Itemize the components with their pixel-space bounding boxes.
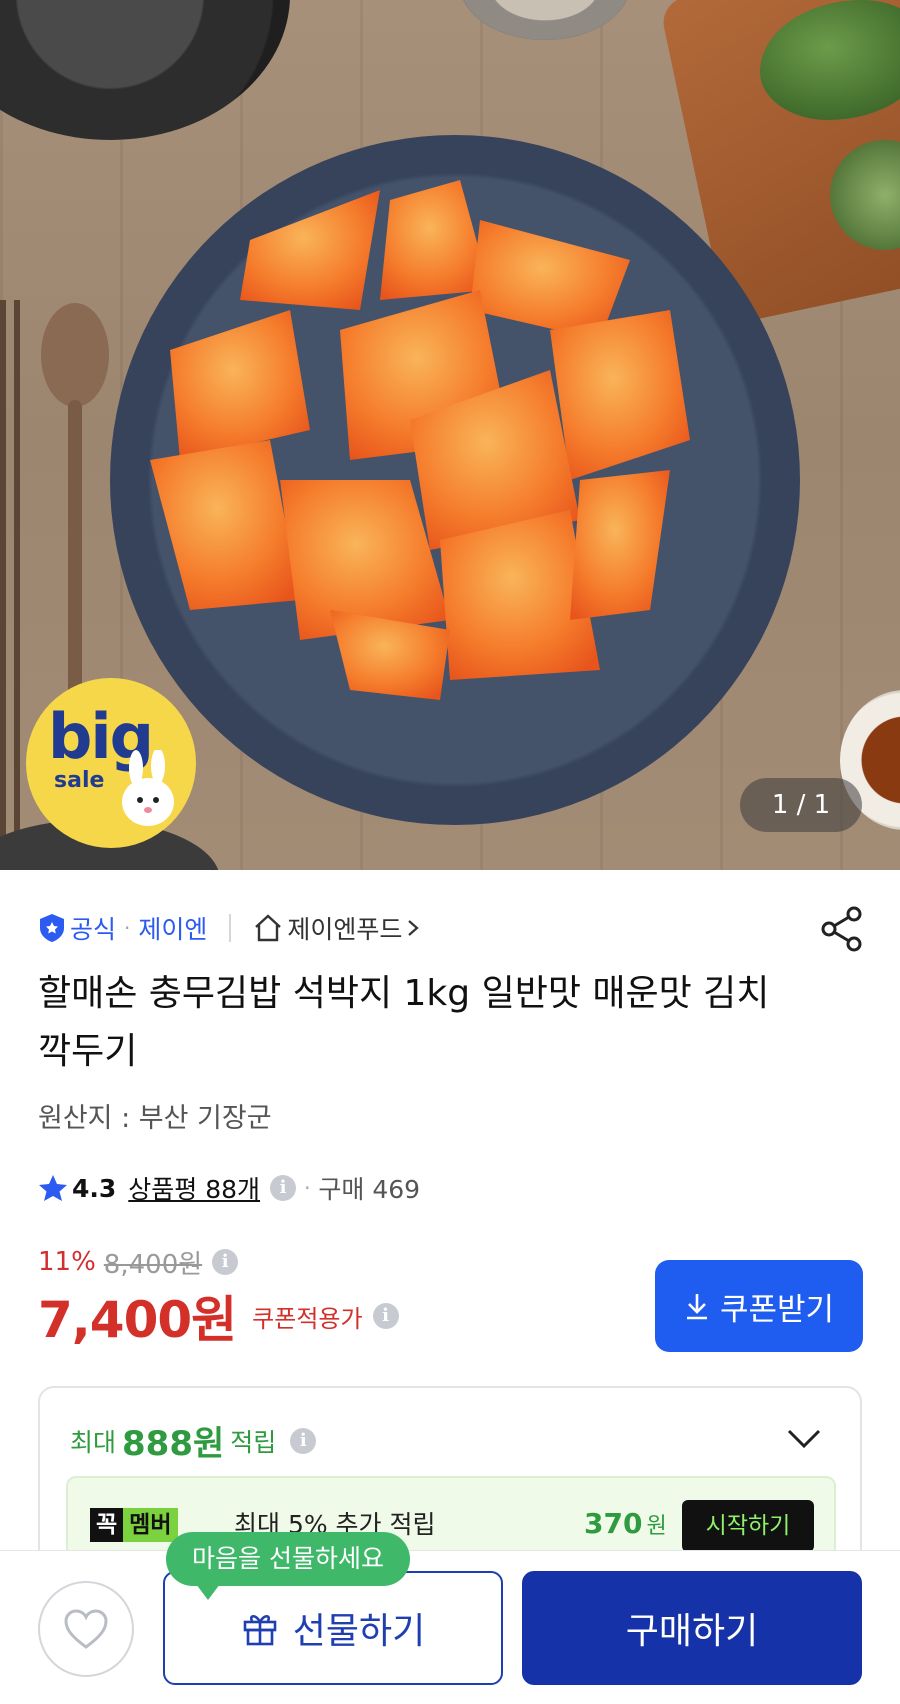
reward-prefix: 최대 bbox=[70, 1427, 117, 1457]
product-image[interactable]: big sale 1 / 1 bbox=[0, 0, 900, 870]
seller-row: 공식 · 제이엔 제이엔푸드 bbox=[38, 908, 420, 948]
product-origin: 원산지 : 부산 기장군 bbox=[38, 1103, 272, 1134]
rating-score: 4.3 bbox=[72, 1173, 117, 1203]
gift-tooltip: 마음을 선물하세요 bbox=[166, 1532, 410, 1600]
coupon-button-label: 쿠폰받기 bbox=[719, 1291, 835, 1328]
buy-button[interactable]: 구매하기 bbox=[522, 1571, 862, 1685]
share-icon[interactable] bbox=[820, 906, 864, 952]
final-price: 7,400원 bbox=[38, 1291, 237, 1349]
membership-amount-value: 370 bbox=[584, 1507, 643, 1540]
discount-percent: 11% bbox=[38, 1247, 96, 1277]
reward-amount: 888원 bbox=[122, 1424, 225, 1464]
membership-amount-unit: 원 bbox=[646, 1514, 667, 1539]
big-sale-badge: big sale bbox=[26, 678, 196, 848]
image-counter: 1 / 1 bbox=[740, 778, 862, 832]
divider bbox=[229, 914, 232, 942]
membership-badge-a: 꼭 bbox=[90, 1508, 124, 1542]
reviews-link[interactable]: 상품평 88개 bbox=[128, 1170, 260, 1206]
membership-amount: 370 원 bbox=[584, 1506, 667, 1545]
start-membership-button[interactable]: 시작하기 bbox=[682, 1500, 814, 1552]
grill-plate bbox=[0, 0, 290, 140]
wishlist-button[interactable] bbox=[38, 1581, 134, 1677]
bunny-icon bbox=[122, 750, 174, 826]
chopstick bbox=[14, 300, 20, 860]
gift-button-label: 선물하기 bbox=[292, 1611, 426, 1652]
membership-badge: 꼭 멤버 bbox=[90, 1508, 178, 1542]
reward-suffix: 적립 bbox=[230, 1427, 277, 1457]
chevron-down-icon[interactable] bbox=[786, 1428, 822, 1450]
kimchi-radish bbox=[150, 180, 690, 700]
product-title: 할매손 충무김밥 석박지 1kg 일반맛 매운맛 김치 깍두기 bbox=[38, 973, 770, 1072]
coupon-price-label: 쿠폰적용가 bbox=[252, 1304, 363, 1333]
store-link[interactable]: 제이엔푸드 bbox=[287, 910, 402, 946]
bottom-action-bar: 선물하기 구매하기 bbox=[0, 1550, 900, 1704]
official-label: 공식 bbox=[70, 915, 117, 944]
heart-icon bbox=[64, 1609, 108, 1649]
original-price: 8,400원 bbox=[103, 1249, 203, 1280]
membership-badge-b: 멤버 bbox=[123, 1508, 178, 1542]
info-icon[interactable]: i bbox=[372, 1303, 399, 1329]
separator-dot: · bbox=[304, 1176, 311, 1200]
info-icon[interactable]: i bbox=[290, 1427, 317, 1454]
info-icon[interactable]: i bbox=[270, 1175, 297, 1201]
rice-bowl bbox=[460, 0, 630, 40]
get-coupon-button[interactable]: 쿠폰받기 bbox=[655, 1260, 863, 1352]
buy-button-label: 구매하기 bbox=[625, 1611, 759, 1652]
badge-sale-text: sale bbox=[54, 768, 105, 793]
download-icon bbox=[686, 1294, 707, 1320]
home-icon bbox=[255, 914, 282, 942]
seller-name[interactable]: 제이엔 bbox=[138, 910, 207, 946]
chevron-right-icon bbox=[408, 920, 420, 936]
gift-icon bbox=[243, 1614, 277, 1646]
discount-row: 11% 8,400원 i bbox=[38, 1244, 239, 1280]
reward-header[interactable]: 최대 888원 적립 i bbox=[70, 1416, 317, 1465]
shield-icon bbox=[40, 914, 64, 942]
purchase-count: 구매 469 bbox=[318, 1175, 421, 1204]
chopstick bbox=[0, 300, 6, 860]
separator-dot: · bbox=[124, 916, 131, 940]
price-row: 7,400원 쿠폰적용가 i bbox=[38, 1286, 399, 1349]
star-icon bbox=[39, 1175, 67, 1201]
info-icon[interactable]: i bbox=[212, 1249, 239, 1275]
rating-row: 4.3 상품평 88개 i · 구매 469 bbox=[38, 1168, 420, 1208]
